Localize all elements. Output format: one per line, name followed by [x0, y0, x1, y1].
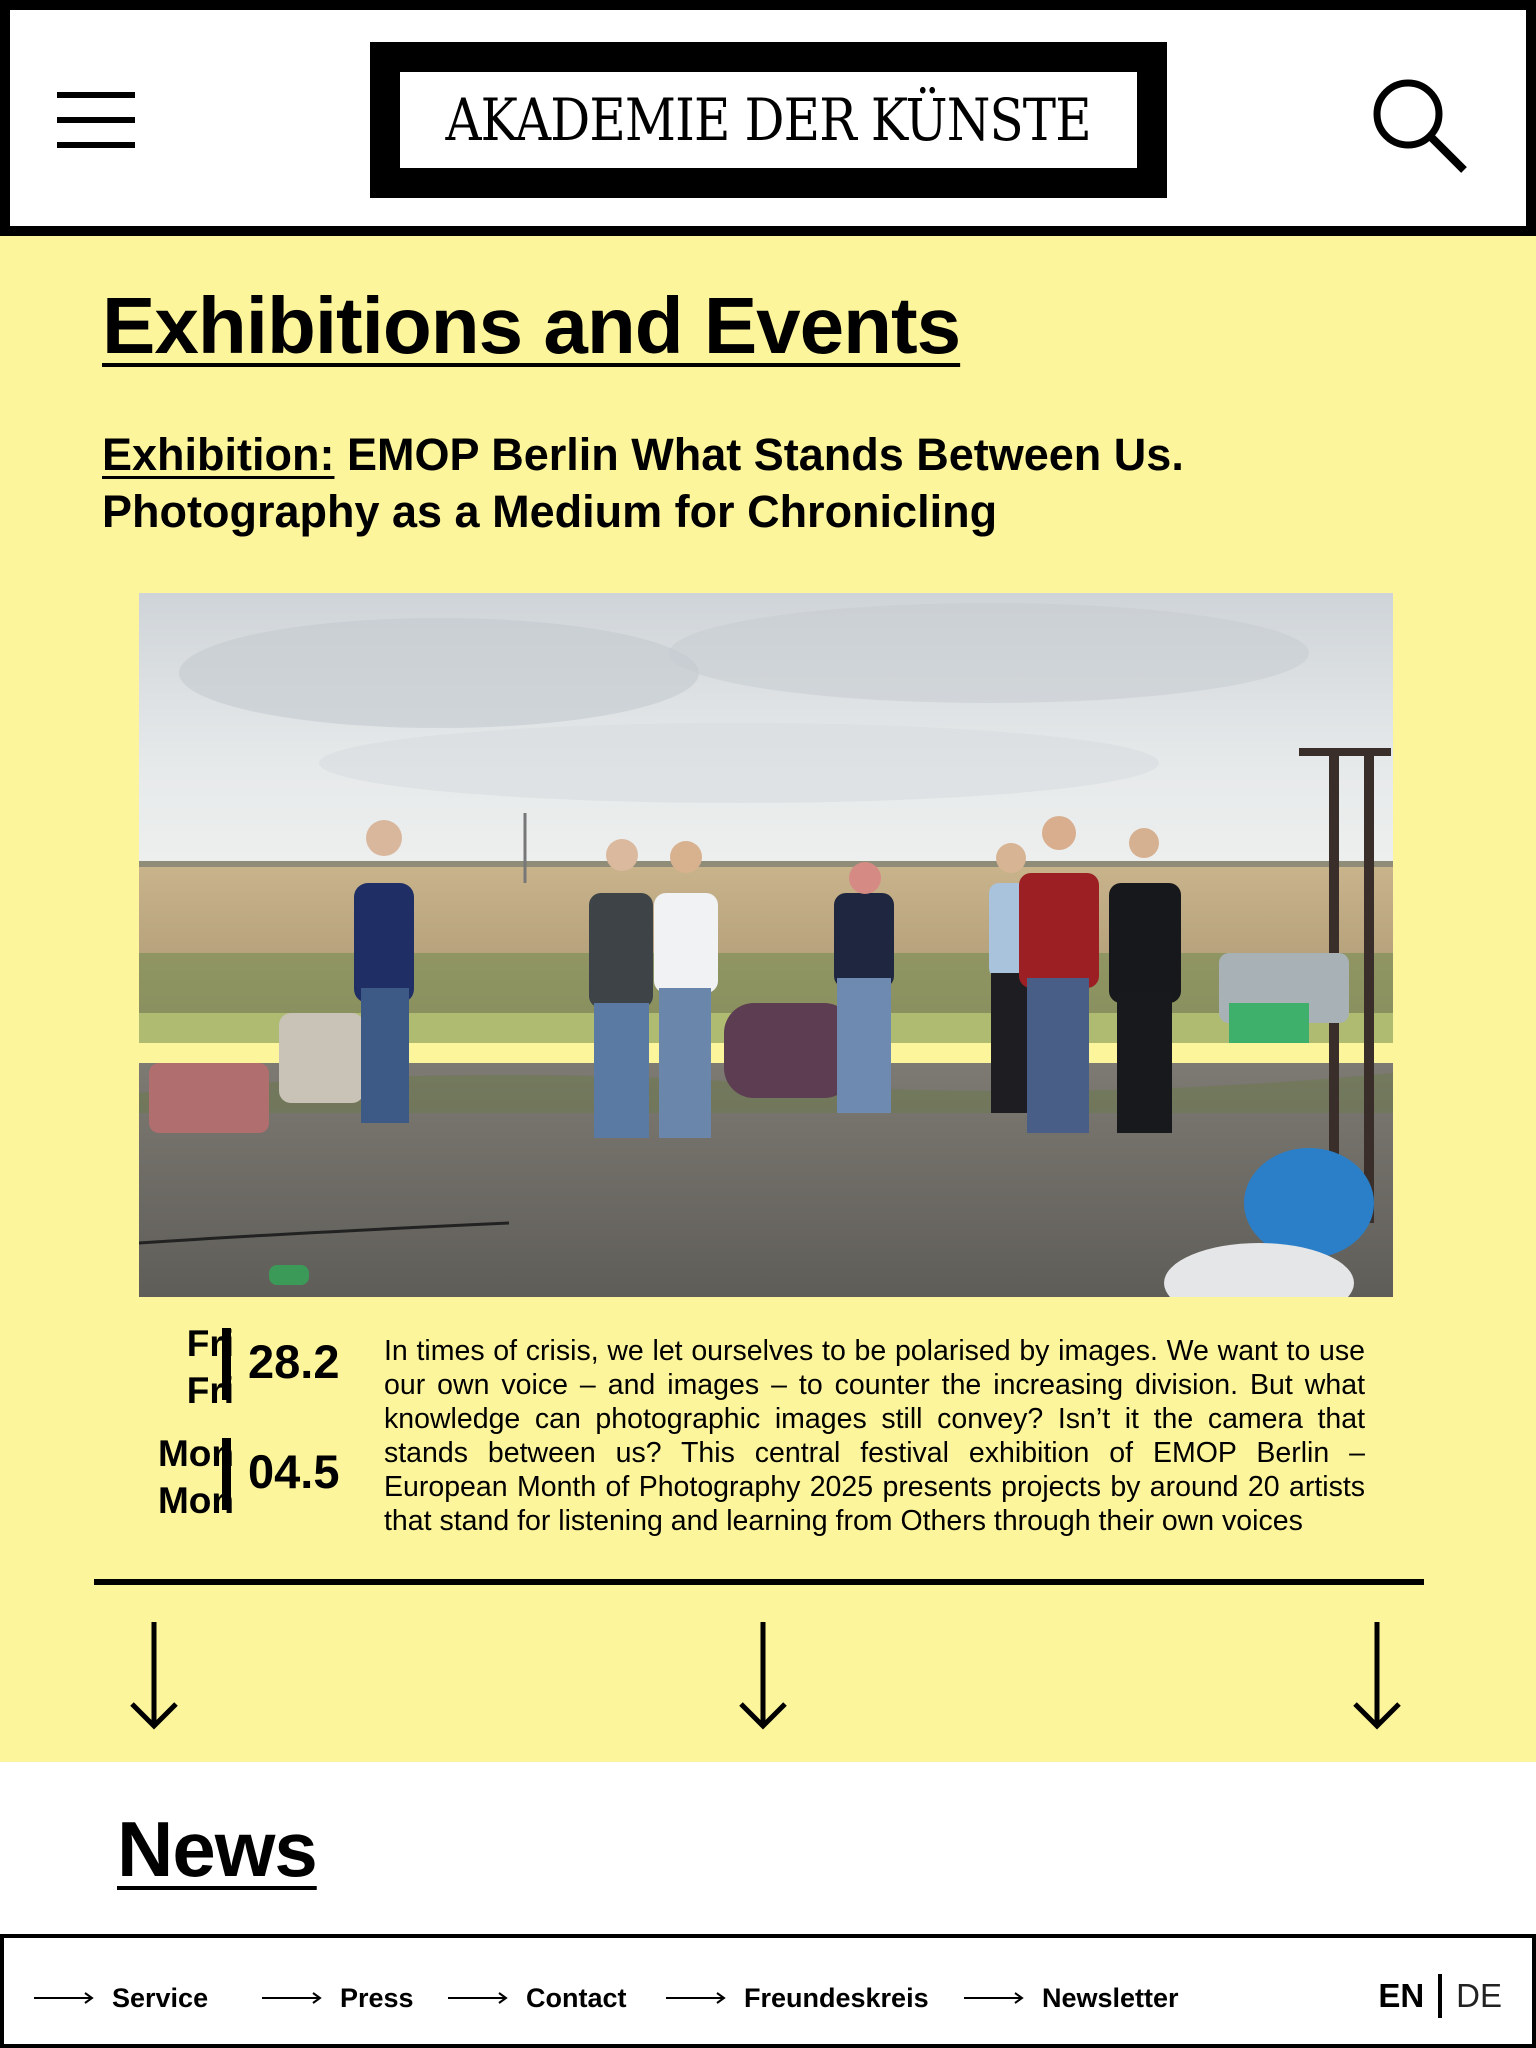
hamburger-menu-icon[interactable] [57, 92, 135, 148]
event-category[interactable]: Exhibition: [102, 429, 334, 480]
footer-link-label: Newsletter [1042, 1982, 1179, 2013]
arrow-right-icon [964, 1992, 1024, 2004]
arrow-right-icon [666, 1992, 726, 2004]
start-date: Fri Fri 28.2 [100, 1320, 360, 1411]
footer-link-service[interactable]: Service [34, 1980, 208, 2016]
footer-link-label: Service [112, 1982, 209, 2013]
arrow-right-icon [34, 1992, 94, 2004]
search-icon[interactable] [1370, 76, 1470, 176]
logo-box: AKADEMIE DER KÜNSTE [400, 72, 1137, 168]
lang-en[interactable]: EN [1378, 1977, 1424, 2015]
start-date-number: 28.2 [248, 1335, 340, 1388]
section-divider [94, 1579, 1424, 1585]
arrow-right-icon [448, 1992, 508, 2004]
end-date: Mon Mon 04.5 [100, 1430, 360, 1521]
site-footer: Service Press Contact Freundeskreis News… [0, 1934, 1536, 2048]
footer-link-label: Contact [526, 1982, 627, 2013]
site-header: AKADEMIE DER KÜNSTE [0, 0, 1536, 236]
event-description: In times of crisis, we let ourselves to … [384, 1335, 1365, 1537]
event-photo[interactable] [139, 593, 1393, 1297]
logo-text: AKADEMIE DER KÜNSTE [445, 86, 1092, 154]
footer-link-contact[interactable]: Contact [448, 1980, 627, 2016]
event-heading[interactable]: Exhibition: EMOP Berlin What Stands Betw… [102, 426, 1402, 540]
date-separator [222, 1328, 231, 1400]
site-logo[interactable]: AKADEMIE DER KÜNSTE [370, 42, 1167, 198]
lang-de[interactable]: DE [1456, 1977, 1502, 2015]
footer-link-label: Freundeskreis [744, 1982, 929, 2013]
lang-separator [1438, 1974, 1443, 2018]
section-title[interactable]: Exhibitions and Events [102, 286, 961, 366]
date-separator [222, 1438, 231, 1510]
arrow-down-icon[interactable] [124, 1622, 184, 1732]
footer-link-label: Press [340, 1982, 414, 2013]
footer-link-newsletter[interactable]: Newsletter [964, 1980, 1179, 2016]
arrow-right-icon [262, 1992, 322, 2004]
footer-link-freundeskreis[interactable]: Freundeskreis [666, 1980, 929, 2016]
news-title[interactable]: News [117, 1810, 318, 1888]
arrow-down-icon[interactable] [1347, 1622, 1407, 1732]
language-switcher: EN DE [1378, 1974, 1502, 2018]
events-section: Exhibitions and Events Exhibition: EMOP … [0, 236, 1536, 1762]
event-dates: Fri Fri 28.2 Mon Mon 04.5 [100, 1320, 360, 1540]
footer-link-press[interactable]: Press [262, 1980, 414, 2016]
arrow-down-icon[interactable] [733, 1622, 793, 1732]
end-date-number: 04.5 [248, 1445, 340, 1498]
